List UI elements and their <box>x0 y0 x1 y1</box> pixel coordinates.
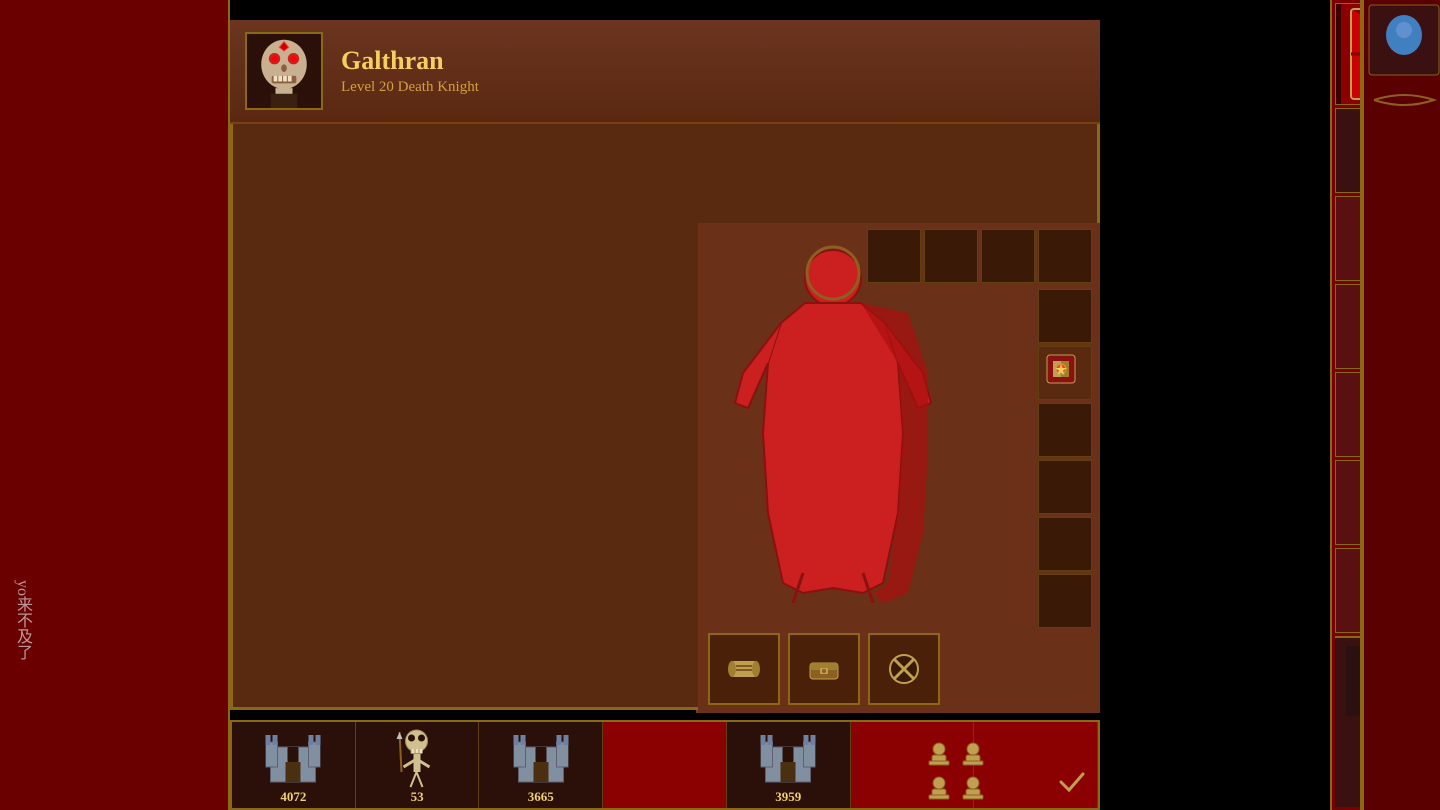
side-slot-3[interactable] <box>1038 403 1092 457</box>
creature-slot-1[interactable]: 4072 <box>232 722 356 808</box>
left-panel <box>0 0 230 810</box>
side-slot-2[interactable] <box>1038 346 1092 400</box>
creature-slot-2[interactable]: 53 <box>356 722 480 808</box>
chess-piece-icon-4 <box>958 773 988 803</box>
creature-slot-4[interactable] <box>603 722 727 808</box>
creature-count-3: 3665 <box>479 789 602 805</box>
far-right-panel <box>1360 0 1440 810</box>
chess-piece-icon <box>924 739 954 769</box>
creature-count-2: 53 <box>356 789 479 805</box>
side-equipment-slots <box>1038 289 1092 628</box>
creature-slot-5[interactable]: 3959 <box>727 722 851 808</box>
right-border-decoration <box>1364 0 1440 810</box>
chess-piece-icon-3 <box>924 773 954 803</box>
no-action-button[interactable] <box>868 633 940 705</box>
side-slot-6[interactable] <box>1038 574 1092 628</box>
hero-name-block: Galthran Level 20 Death Knight <box>341 46 479 96</box>
left-emblem <box>0 0 228 200</box>
chess-piece-icon-2 <box>958 739 988 769</box>
hero-portrait <box>245 32 323 110</box>
chest-button[interactable] <box>788 633 860 705</box>
creature-count-1: 4072 <box>232 789 355 805</box>
chess-pieces-area <box>924 739 988 803</box>
scroll-button[interactable] <box>708 633 780 705</box>
creature-count-5: 3959 <box>727 789 850 805</box>
hero-action-buttons <box>708 633 940 705</box>
hero-visual-area <box>698 223 1100 713</box>
creature-slot-3[interactable]: 3665 <box>479 722 603 808</box>
side-slot-5[interactable] <box>1038 517 1092 571</box>
hero-silhouette <box>713 233 953 603</box>
hero-name: Galthran <box>341 46 479 76</box>
hero-info-bar: Galthran Level 20 Death Knight <box>230 20 1100 124</box>
creature-bar: 4072 53 <box>230 720 1100 810</box>
creature-slot-7[interactable] <box>974 722 1098 808</box>
hero-class: Level 20 Death Knight <box>341 79 479 96</box>
main-layout: Galthran Level 20 Death Knight Attack 7 <box>230 20 1100 710</box>
equip-slot-3[interactable] <box>981 229 1035 283</box>
side-slot-4[interactable] <box>1038 460 1092 514</box>
watermark-text: yo来不及了 <box>10 580 34 660</box>
side-slot-1[interactable] <box>1038 289 1092 343</box>
equip-slot-4[interactable] <box>1038 229 1092 283</box>
